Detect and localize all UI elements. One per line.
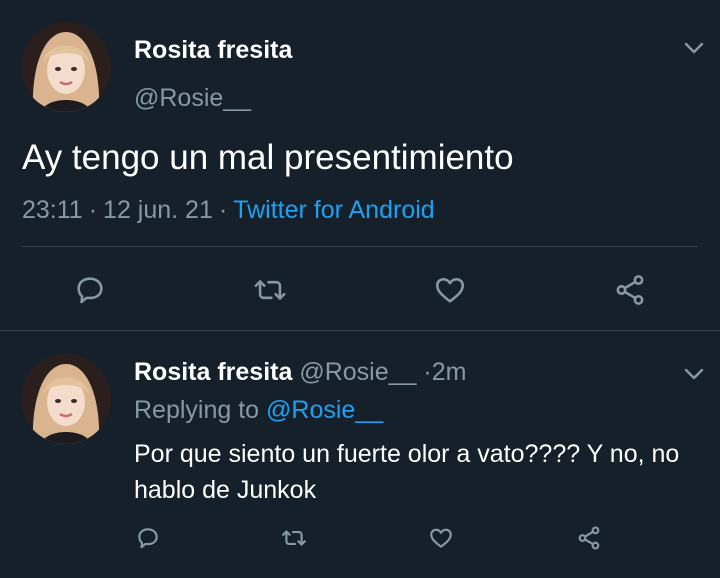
meta-separator: · — [423, 358, 432, 386]
like-icon[interactable] — [432, 272, 468, 308]
reply-icon[interactable] — [72, 272, 108, 308]
share-icon[interactable] — [575, 524, 603, 552]
user-handle[interactable]: @Rosie__ — [134, 84, 251, 113]
display-name[interactable]: Rosita fresita — [134, 358, 292, 386]
user-handle[interactable]: @Rosie__ — [299, 358, 416, 386]
tweet-text: Ay tengo un mal presentimiento — [22, 138, 514, 177]
share-icon[interactable] — [612, 272, 648, 308]
avatar[interactable] — [21, 22, 111, 112]
replying-prefix: Replying to — [134, 396, 260, 424]
mention-link[interactable]: @Rosie__ — [266, 396, 383, 424]
chevron-down-icon[interactable] — [682, 36, 706, 60]
meta-separator: · — [218, 196, 228, 224]
tweet-text: Por que siento un fuerte olor a vato????… — [134, 440, 680, 504]
tweet-date: 12 jun. 21 — [103, 196, 213, 224]
reply-header: Rosita fresita @Rosie__ ·2m — [134, 358, 466, 387]
tweet-age: 2m — [431, 358, 467, 386]
tweet-metadata: 23:11 · 12 jun. 21 · Twitter for Android — [22, 196, 435, 225]
retweet-icon[interactable] — [252, 272, 288, 308]
tweet-time: 23:11 — [22, 196, 83, 224]
like-icon[interactable] — [427, 524, 455, 552]
replying-to: Replying to @Rosie__ — [134, 396, 383, 425]
display-name[interactable]: Rosita fresita — [134, 36, 292, 65]
tweet-source-link[interactable]: Twitter for Android — [233, 196, 434, 224]
tweet-thread: Rosita fresita @Rosie__ Ay tengo un mal … — [0, 0, 720, 578]
divider — [0, 330, 720, 331]
reply-icon[interactable] — [134, 524, 162, 552]
avatar[interactable] — [21, 354, 111, 444]
chevron-down-icon[interactable] — [682, 362, 706, 386]
retweet-icon[interactable] — [280, 524, 308, 552]
meta-separator: · — [88, 196, 98, 224]
divider — [22, 246, 698, 247]
